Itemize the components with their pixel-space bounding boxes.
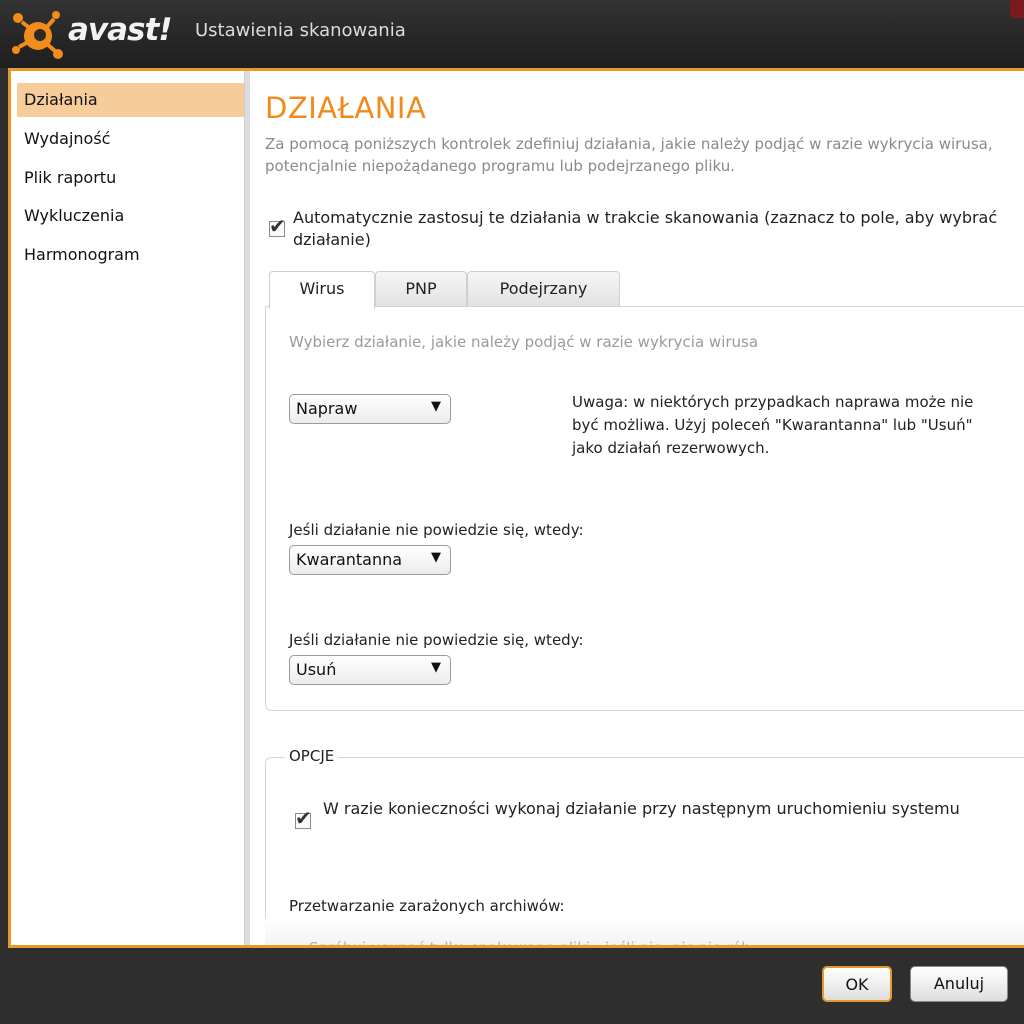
avast-logo-icon — [12, 11, 63, 59]
auto-apply-checkbox[interactable]: ✔ — [269, 216, 286, 237]
reboot-checkbox[interactable]: ✔ — [295, 808, 312, 829]
close-button[interactable] — [1010, 0, 1024, 18]
chevron-down-icon: ▼ — [431, 399, 441, 414]
tab-podejrzany[interactable]: Podejrzany — [467, 271, 620, 307]
primary-action-value: Napraw — [296, 399, 358, 418]
checkmark-icon: ✔ — [269, 214, 286, 238]
archives-option-partial[interactable]: Spróbuj usunąć tylko spakowane pliki - j… — [309, 939, 751, 945]
sidebar-item-dzialania[interactable]: Działania — [17, 83, 244, 117]
settings-window: Działania Wydajność Plik raportu Wyklucz… — [8, 68, 1024, 948]
fallback1-value: Kwarantanna — [296, 550, 403, 569]
tab-pnp[interactable]: PNP — [375, 271, 467, 307]
main-content: DZIAŁANIA Za pomocą poniższych kontrolek… — [249, 71, 1024, 945]
primary-action-select[interactable]: Napraw ▼ — [289, 394, 451, 424]
fallback1-select[interactable]: Kwarantanna ▼ — [289, 545, 451, 575]
page-description: Za pomocą poniższych kontrolek zdefiniuj… — [265, 135, 993, 175]
fallback2-select[interactable]: Usuń ▼ — [289, 655, 451, 685]
auto-apply-label: Automatycznie zastosuj te działania w tr… — [293, 208, 998, 249]
sidebar: Działania Wydajność Plik raportu Wyklucz… — [11, 71, 244, 945]
reboot-label: W razie konieczności wykonaj działanie p… — [323, 799, 960, 818]
sidebar-item-wydajnosc[interactable]: Wydajność — [17, 122, 244, 156]
fallback2-label: Jeśli działanie nie powiedzie się, wtedy… — [289, 631, 584, 649]
page-title: DZIAŁANIA — [265, 91, 427, 125]
repair-note: Uwaga: w niektórych przypadkach naprawa … — [572, 393, 974, 457]
sidebar-item-plik-raportu[interactable]: Plik raportu — [17, 161, 244, 195]
cancel-button[interactable]: Anuluj — [910, 966, 1008, 1002]
archives-label: Przetwarzanie zarażonych archiwów: — [289, 897, 565, 915]
logo-text: avast! — [68, 12, 172, 48]
checkmark-icon: ✔ — [295, 806, 312, 830]
fallback2-value: Usuń — [296, 660, 337, 679]
sidebar-item-harmonogram[interactable]: Harmonogram — [17, 238, 244, 272]
panel-hint: Wybierz działanie, jakie należy podjąć w… — [289, 333, 759, 351]
sidebar-item-wykluczenia[interactable]: Wykluczenia — [17, 199, 244, 233]
title-bar: avast! Ustawienia skanowania — [0, 0, 1024, 68]
chevron-down-icon: ▼ — [431, 660, 441, 675]
ok-button[interactable]: OK — [822, 966, 892, 1002]
tab-panel-wirus: Wybierz działanie, jakie należy podjąć w… — [265, 306, 1024, 711]
tab-wirus[interactable]: Wirus — [269, 271, 375, 309]
chevron-down-icon: ▼ — [431, 550, 441, 565]
fallback1-label: Jeśli działanie nie powiedzie się, wtedy… — [289, 521, 584, 539]
window-title: Ustawienia skanowania — [195, 20, 406, 41]
options-legend: OPCJE — [285, 747, 339, 765]
